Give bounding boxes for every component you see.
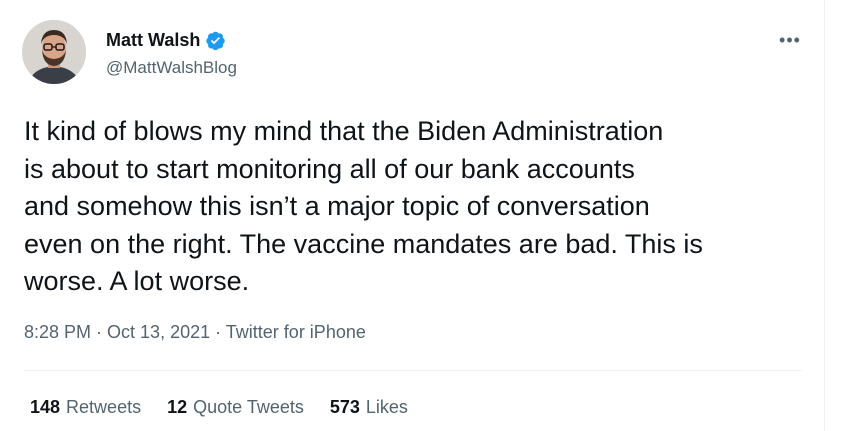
tweet-meta: 8:28 PM · Oct 13, 2021 · Twitter for iPh… bbox=[24, 322, 366, 343]
author-name-row: Matt Walsh bbox=[106, 30, 226, 51]
author-handle[interactable]: @MattWalshBlog bbox=[106, 58, 237, 78]
tweet-card: Matt Walsh @MattWalshBlog ••• It kind of… bbox=[0, 0, 825, 431]
likes-count: 573 bbox=[329, 397, 360, 417]
avatar-photo bbox=[22, 20, 86, 84]
quote-tweets-stat[interactable]: 12 Quote Tweets bbox=[167, 397, 304, 418]
retweets-stat[interactable]: 148 Retweets bbox=[30, 397, 141, 418]
meta-separator: · bbox=[210, 322, 226, 342]
likes-label: Likes bbox=[365, 397, 408, 417]
retweets-label: Retweets bbox=[66, 397, 142, 417]
avatar[interactable] bbox=[22, 20, 86, 84]
quotes-count: 12 bbox=[167, 397, 188, 417]
meta-separator: · bbox=[91, 322, 108, 342]
retweets-count: 148 bbox=[30, 397, 61, 417]
tweet-source[interactable]: Twitter for iPhone bbox=[226, 322, 366, 342]
likes-stat[interactable]: 573 Likes bbox=[330, 397, 408, 418]
author-display-name[interactable]: Matt Walsh bbox=[106, 30, 200, 51]
tweet-time[interactable]: 8:28 PM bbox=[24, 322, 91, 342]
more-options-icon[interactable]: ••• bbox=[776, 28, 804, 52]
divider bbox=[24, 370, 802, 371]
tweet-text: It kind of blows my mind that the Biden … bbox=[24, 116, 703, 296]
engagement-stats: 148 Retweets 12 Quote Tweets 573 Likes bbox=[30, 397, 408, 418]
verified-badge-icon bbox=[205, 30, 226, 51]
tweet-date[interactable]: Oct 13, 2021 bbox=[107, 322, 210, 342]
quotes-label: Quote Tweets bbox=[193, 397, 304, 417]
